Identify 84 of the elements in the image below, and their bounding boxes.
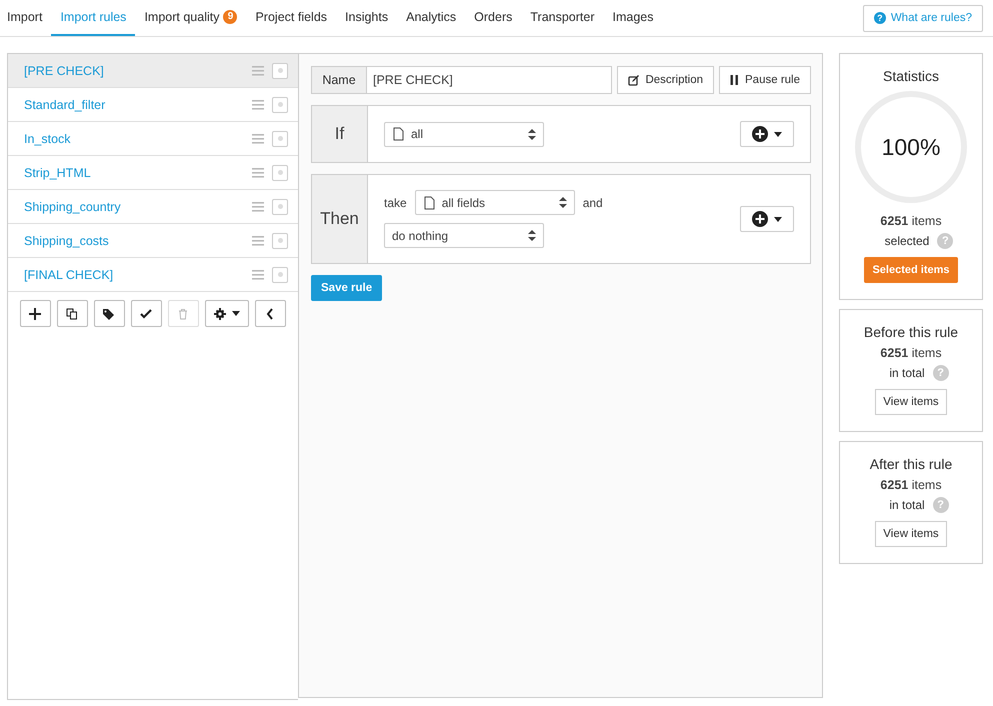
drag-handle-icon [252, 134, 264, 144]
caret-icon [774, 216, 782, 222]
select-field[interactable]: all fields [414, 190, 575, 215]
copy-button[interactable] [56, 300, 88, 327]
text-label: take [384, 196, 407, 210]
nav-tab[interactable]: Images [604, 0, 663, 36]
nav-tab[interactable]: Analytics [397, 0, 466, 36]
chevron-left-icon [266, 308, 274, 320]
select-field[interactable]: all [384, 122, 544, 146]
nav-tab[interactable]: Insights [336, 0, 398, 36]
caret-icon [232, 311, 240, 316]
pause-icon [730, 75, 740, 85]
checkmark-icon [140, 308, 152, 320]
toggle-switch[interactable] [272, 164, 288, 180]
block-label: If [312, 106, 368, 162]
drag-handle-icon [252, 202, 264, 212]
toggle-switch[interactable] [272, 130, 288, 146]
name-field[interactable]: [PRE CHECK] [367, 66, 612, 94]
gear-button[interactable] [204, 300, 249, 327]
edit-icon [628, 74, 640, 86]
rule-name: Shipping_country [24, 200, 122, 214]
tag-icon [102, 308, 116, 320]
rule-name: In_stock [24, 132, 72, 146]
caption-text: selected [884, 233, 930, 250]
card-title: After this rule [870, 456, 952, 472]
item-count: 6251 items [880, 477, 942, 494]
plus-icon [29, 308, 42, 320]
block-label: Then [312, 175, 368, 263]
caption-text: in total [889, 497, 925, 514]
drag-handle-icon [252, 66, 264, 76]
rule-name: [FINAL CHECK] [24, 268, 114, 282]
count-badge: 9 [223, 10, 238, 24]
chevron-left-button[interactable] [255, 300, 286, 327]
card-title: Statistics [882, 68, 939, 84]
description-button[interactable]: Description [617, 66, 714, 94]
card-title: Before this rule [864, 324, 958, 340]
nav-tab[interactable]: Project fields [246, 0, 336, 36]
select-field[interactable]: do nothing [384, 223, 544, 248]
file-icon [422, 196, 435, 210]
nav-tab[interactable]: Import [7, 0, 52, 36]
field-label: Name [311, 66, 367, 94]
rule-name: Shipping_costs [24, 234, 110, 248]
sort-caret-icon [527, 229, 537, 242]
rule-name: [PRE CHECK] [24, 64, 105, 78]
view-items-button[interactable]: View items [875, 521, 947, 547]
toggle-switch[interactable] [272, 62, 288, 78]
help-icon: ? [874, 12, 886, 24]
add-condition-button[interactable] [740, 121, 794, 147]
item-count: 6251 items [880, 345, 942, 362]
view-items-button[interactable]: View items [875, 389, 947, 415]
percent-value: 100% [882, 134, 940, 160]
help-icon: ? [932, 497, 949, 513]
nav-tab[interactable]: Import quality 9 [135, 0, 246, 36]
drag-handle-icon [252, 100, 264, 110]
help-icon: ? [937, 233, 954, 249]
plus-circle-icon [752, 211, 768, 227]
sort-caret-icon [558, 196, 568, 209]
nav-tab[interactable]: Orders [465, 0, 522, 36]
toggle-switch[interactable] [272, 232, 288, 248]
nav-tab[interactable]: Transporter [521, 0, 604, 36]
item-count: 6251 items [880, 213, 942, 230]
trash-icon [178, 308, 188, 320]
toggle-switch[interactable] [272, 198, 288, 214]
copy-icon [66, 308, 78, 320]
pause-button[interactable]: Pause rule [719, 66, 811, 94]
checkmark-button[interactable] [130, 300, 162, 327]
caption-text: in total [889, 365, 925, 382]
drag-handle-icon [252, 270, 264, 280]
sort-caret-icon [527, 128, 537, 140]
drag-handle-icon [252, 236, 264, 246]
gear-icon [214, 308, 226, 320]
toggle-switch[interactable] [272, 96, 288, 112]
plus-button[interactable] [20, 300, 51, 327]
toggle-switch[interactable] [272, 266, 288, 282]
text-label: and [582, 196, 603, 210]
add-condition-button[interactable] [740, 206, 794, 232]
file-icon [392, 127, 404, 141]
tag-button[interactable] [94, 300, 125, 327]
rule-name: Standard_filter [24, 98, 106, 112]
drag-handle-icon [252, 168, 264, 178]
rule-name: Strip_HTML [24, 166, 92, 180]
caret-icon [774, 132, 782, 136]
plus-circle-icon [752, 126, 768, 142]
help-icon: ? [932, 365, 949, 381]
